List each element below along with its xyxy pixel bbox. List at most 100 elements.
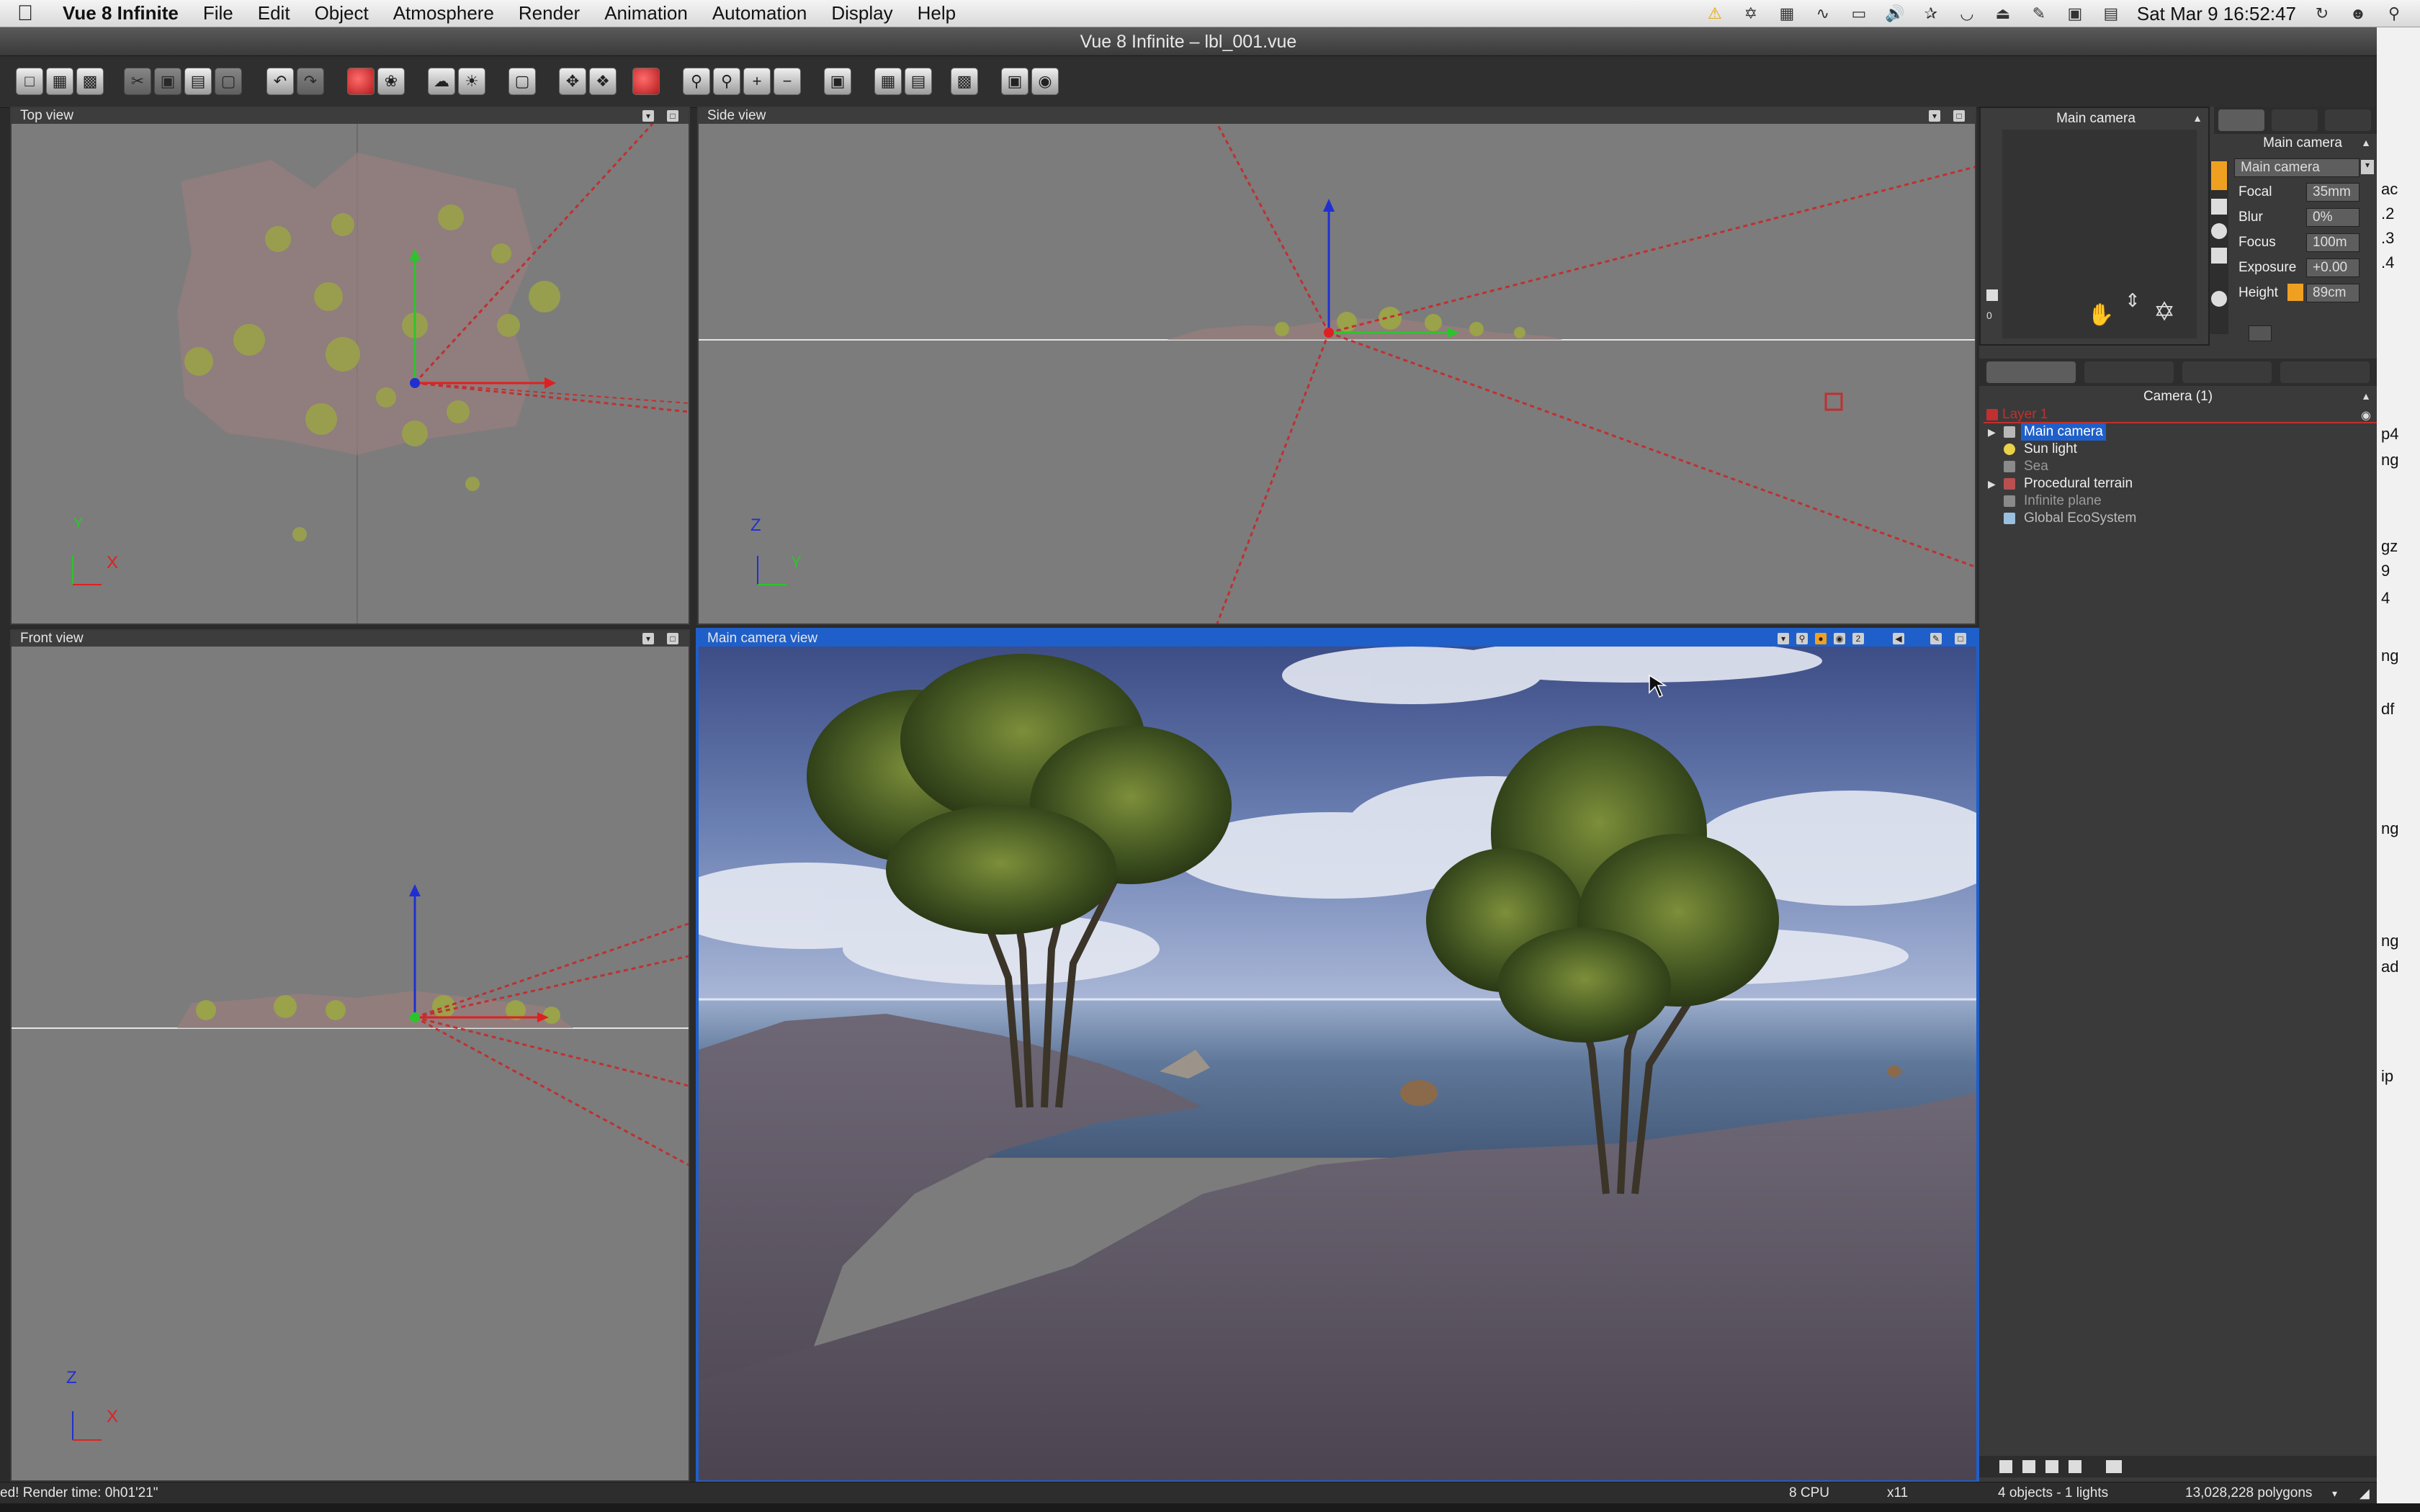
visibility-eye-icon[interactable]: ◉ [2361,408,2371,425]
menu-object[interactable]: Object [302,2,381,24]
collapse-icon[interactable]: ▲ [2361,390,2371,402]
resize-grip-icon[interactable]: ◢ [2360,1482,2370,1504]
camera-lock-icon[interactable]: ● [1815,633,1827,644]
duplicate-icon[interactable]: ▢ [215,68,242,95]
menu-file[interactable]: File [191,2,246,24]
options-button[interactable] [2249,325,2272,341]
collapse-icon[interactable]: ▲ [2361,137,2371,148]
refresh-icon[interactable] [2211,291,2227,307]
menu-display[interactable]: Display [819,2,905,24]
tab-materials-icon[interactable] [2084,361,2174,383]
render-icon[interactable]: ▣ [1001,68,1028,95]
pen-icon[interactable]: ✎ [2029,4,2049,23]
camera-tool-icon[interactable] [2211,223,2227,239]
menu-edit[interactable]: Edit [246,2,302,24]
spotlight-search-icon[interactable]: ⚲ [2384,4,2404,23]
wifi-icon[interactable]: ◡ [1957,4,1977,23]
activity-icon[interactable]: ∿ [1813,4,1833,23]
viewport-options-icon[interactable]: ▾ [642,633,654,644]
cloud-layer-icon[interactable]: ☁ [428,68,455,95]
menu-render[interactable]: Render [506,2,592,24]
camera-zoom-icon[interactable]: ⚲ [1796,633,1808,644]
dropdown-arrow-icon[interactable]: ▾ [2361,160,2374,174]
hide-icon[interactable] [2069,1460,2081,1473]
render-preview-icon[interactable]: ◉ [1031,68,1059,95]
app-menu[interactable]: Vue 8 Infinite [50,2,191,24]
new-layer-icon[interactable] [1999,1460,2012,1473]
camera-mode-icon[interactable]: ◉ [1834,633,1845,644]
calendar-icon[interactable]: ▤ [2101,4,2121,23]
open-file-icon[interactable]: ▦ [46,68,73,95]
add-object-icon[interactable] [347,68,375,95]
eject-icon[interactable]: ⏏ [1993,4,2013,23]
material-balls-icon[interactable] [632,68,660,95]
height-lock-icon[interactable] [2287,284,2303,301]
delete-icon[interactable] [2022,1460,2035,1473]
new-scene-icon[interactable]: □ [16,68,43,95]
plant-icon[interactable]: ❀ [377,68,405,95]
user-icon[interactable]: ☻ [2348,4,2368,23]
orbit-icon[interactable]: ✡ [2154,297,2175,327]
render-area-icon[interactable]: ▣ [824,68,851,95]
menu-animation[interactable]: Animation [592,2,700,24]
camera-nav-icon[interactable]: ◀ [1893,633,1904,644]
clapper-icon[interactable]: ▩ [951,68,978,95]
weather-icon[interactable]: ☀ [458,68,485,95]
exposure-field[interactable]: +0.00 [2306,258,2360,277]
viewport-maximize-icon[interactable]: □ [1953,110,1965,122]
top-view-viewport[interactable]: Top view ▾ □ Y X [10,107,690,625]
time-machine-icon[interactable]: ↻ [2312,4,2332,23]
focus-field[interactable]: 100m [2306,233,2360,252]
pan-hand-icon[interactable]: ✋ [2087,302,2114,328]
camera-tool-active-icon[interactable] [2211,161,2227,190]
viewport-maximize-icon[interactable]: □ [667,633,678,644]
menu-automation[interactable]: Automation [700,2,820,24]
camera-pin-icon[interactable]: ✎ [1930,633,1942,644]
text-input-icon[interactable]: ▦ [1777,4,1797,23]
volume-icon[interactable]: 🔊 [1885,4,1905,23]
side-view-viewport[interactable]: Side view ▾ □ Z Y [697,107,1976,625]
apple-menu-icon[interactable]:  [0,1,50,26]
camera-options-icon[interactable]: ▾ [1778,633,1789,644]
link-icon[interactable] [2106,1460,2122,1473]
cube-icon[interactable]: ▢ [508,68,536,95]
undo-icon[interactable]: ↶ [266,68,294,95]
transform-icon[interactable]: ✥ [559,68,586,95]
tab-links-icon[interactable] [2280,361,2370,383]
tab-animation-icon[interactable] [2325,109,2371,131]
save-file-icon[interactable]: ▩ [76,68,104,95]
layer-row[interactable]: Layer 1 ◉ [1984,406,2377,423]
zoom-out-icon[interactable]: − [774,68,801,95]
warning-icon[interactable]: ⚠ [1705,4,1725,23]
height-field[interactable]: 89cm [2306,284,2360,302]
align-icon[interactable]: ❖ [589,68,617,95]
menu-help[interactable]: Help [905,2,968,24]
expand-arrow-icon[interactable]: ▶ [1988,423,1996,441]
viewport-maximize-icon[interactable]: □ [1955,633,1966,644]
viewport-options-icon[interactable]: ▾ [642,110,654,122]
redo-icon[interactable]: ↷ [297,68,324,95]
camera-tool-icon[interactable] [2211,199,2227,215]
sync-icon[interactable]: ✡ [1741,4,1761,23]
display-icon[interactable]: ▭ [1849,4,1869,23]
dropdown-arrow-icon[interactable]: ▾ [2332,1482,2337,1504]
viewport-maximize-icon[interactable]: □ [667,110,678,122]
timeline-icon[interactable]: ▤ [905,68,932,95]
front-view-viewport[interactable]: Front view ▾ □ Z X [10,629,690,1482]
main-camera-viewport[interactable]: Main camera view ▾ ⚲ ● ◉ 2 ◀ ✎ □ [696,628,1979,1483]
dolly-icon[interactable]: ⇕ [2125,289,2141,312]
zoom-fit-icon[interactable]: ⚲ [683,68,710,95]
camera-number-icon[interactable]: 2 [1852,633,1864,644]
film-strip-icon[interactable]: ▦ [874,68,902,95]
zoom-in-icon[interactable]: + [743,68,771,95]
focal-field[interactable]: 35mm [2306,183,2360,202]
copy-icon[interactable]: ▣ [154,68,182,95]
paste-icon[interactable]: ▤ [184,68,212,95]
viewport-options-icon[interactable]: ▾ [1929,110,1940,122]
zoom-region-icon[interactable]: ⚲ [713,68,740,95]
tab-brush-icon[interactable] [2218,109,2264,131]
collapse-icon[interactable]: ▲ [2192,112,2202,124]
expand-arrow-icon[interactable]: ▶ [1988,475,1996,492]
tab-ruler-icon[interactable] [2272,109,2318,131]
camera-select[interactable]: Main camera [2234,158,2360,177]
